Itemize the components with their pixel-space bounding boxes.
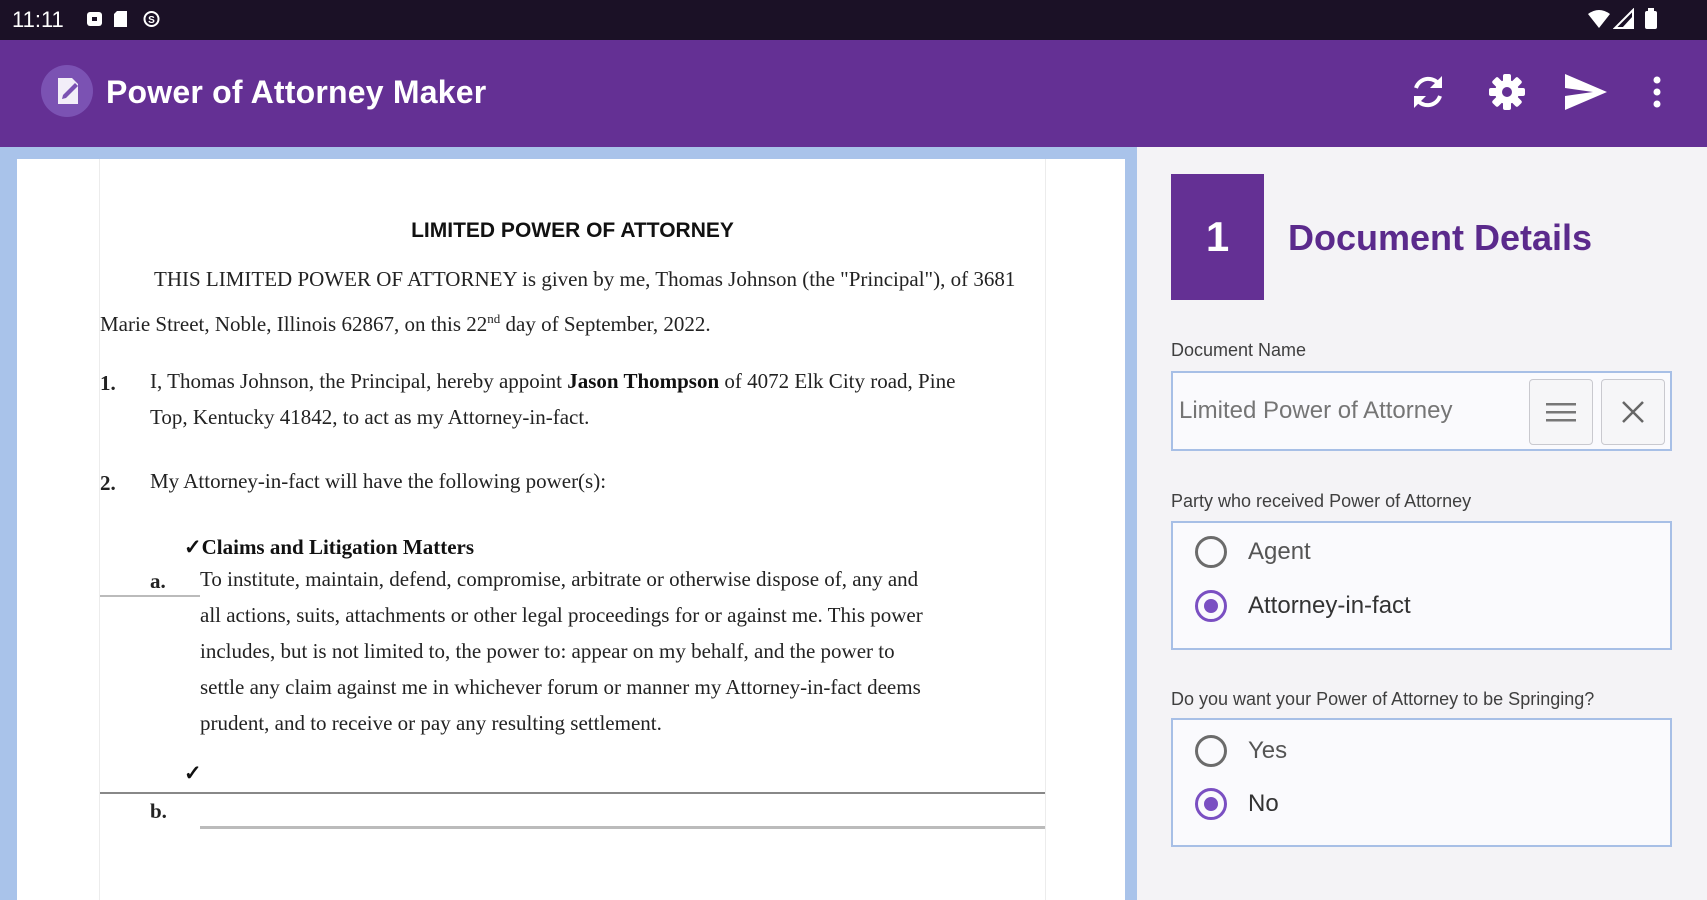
s-app-icon: S [143,11,160,27]
close-icon [1622,401,1644,423]
menu-lines-icon [1546,403,1576,422]
document-name-menu-button[interactable] [1529,379,1593,445]
item-2-text: My Attorney-in-fact will have the follow… [150,469,607,493]
power-b-top-rule [100,792,1045,794]
status-bar: 11:11 S [0,0,1707,40]
document-title: LIMITED POWER OF ATTORNEY [411,219,734,242]
springing-option-label: No [1248,790,1279,817]
cell-signal-icon [1613,8,1634,29]
step-number-badge: 1 [1171,174,1264,300]
power-a-line: includes, but is not limited to, the pow… [200,639,895,663]
refresh-button[interactable] [1400,64,1456,120]
springing-label: Do you want your Power of Attorney to be… [1171,689,1595,709]
send-icon [1565,74,1607,110]
document-name-clear-button[interactable] [1601,379,1665,445]
party-radio-group: Agent Attorney-in-fact [1171,521,1672,650]
settings-button[interactable] [1479,64,1535,120]
intro-line-2-pre: Marie Street, Noble, Illinois 62867, on … [100,312,488,336]
item-1-number: 1. [100,371,116,395]
springing-radio-group: Yes No [1171,718,1672,847]
document-name-field [1171,371,1672,451]
radio-checked-icon [1195,590,1227,622]
power-a-line: settle any claim against me in whichever… [200,675,921,699]
settings-gear-icon [1489,74,1525,110]
party-option-label: Attorney-in-fact [1248,592,1411,619]
radio-unchecked-icon [1195,536,1227,568]
party-option-label: Agent [1248,538,1311,565]
item-1-agent-name: Jason Thompson [567,369,720,393]
document-page[interactable]: LIMITED POWER OF ATTORNEY THIS LIMITED P… [99,159,1046,900]
power-a-title: Claims and Litigation Matters [201,535,475,559]
step-title: Document Details [1288,217,1593,258]
document-name-label: Document Name [1171,340,1307,360]
intro-line-1: THIS LIMITED POWER OF ATTORNEY is given … [154,267,1016,291]
svg-text:S: S [148,15,155,26]
power-a-letter: a. [150,569,166,593]
document-page-frame: LIMITED POWER OF ATTORNEY THIS LIMITED P… [17,159,1125,900]
app-logo-icon [41,65,93,117]
item-1-text-pre: I, Thomas Johnson, the Principal, hereby… [150,369,568,393]
refresh-icon [1414,76,1442,108]
party-label: Party who received Power of Attorney [1171,491,1472,511]
send-button[interactable] [1557,64,1613,120]
power-a-line: all actions, suits, attachments or other… [200,603,923,627]
more-options-button[interactable] [1629,64,1685,120]
radio-unchecked-icon [1195,735,1227,767]
power-a-line: prudent, and to receive or pay any resul… [200,711,662,735]
sd-card-icon [114,11,127,27]
app-title: Power of Attorney Maker [106,74,487,110]
power-a-heading: ✓Claims and Litigation Matters [184,529,474,565]
party-option-attorney-in-fact[interactable]: Attorney-in-fact [1195,590,1411,622]
springing-option-no[interactable]: No [1195,788,1279,820]
item-1-line-2: Top, Kentucky 41842, to act as my Attorn… [150,405,590,429]
party-option-agent[interactable]: Agent [1195,536,1311,568]
intro-line-2: Marie Street, Noble, Illinois 62867, on … [100,299,711,344]
power-a-check: ✓ [184,535,202,559]
document-name-input[interactable] [1179,383,1499,439]
intro-line-2-sup: nd [487,311,501,326]
document-preview-area[interactable]: LIMITED POWER OF ATTORNEY THIS LIMITED P… [0,147,1137,900]
more-vert-icon [1653,76,1661,108]
item-1-text-post: of 4072 Elk City road, Pine [719,369,956,393]
springing-option-label: Yes [1248,737,1288,764]
battery-icon [1645,8,1657,29]
intro-line-2-post: day of September, 2022. [500,312,711,336]
item-1-text: I, Thomas Johnson, the Principal, hereby… [150,363,1045,435]
power-b-check: ✓ [184,761,202,785]
power-b-bottom-rule [200,826,1045,829]
intro-paragraph: THIS LIMITED POWER OF ATTORNEY is given … [100,259,1045,344]
status-time: 11:11 [12,7,64,32]
item-2-number: 2. [100,471,116,495]
power-b-letter: b. [150,799,167,823]
document-details-panel: 1 Document Details Document Name Party w… [1137,147,1707,900]
springing-option-yes[interactable]: Yes [1195,735,1287,767]
power-a-line: To institute, maintain, defend, compromi… [200,567,919,591]
radio-checked-icon [1195,788,1227,820]
app-bar: Power of Attorney Maker [0,40,1707,147]
power-a-text: To institute, maintain, defend, compromi… [200,561,1045,741]
notification-app-icon [87,12,102,26]
wifi-icon [1588,10,1610,28]
